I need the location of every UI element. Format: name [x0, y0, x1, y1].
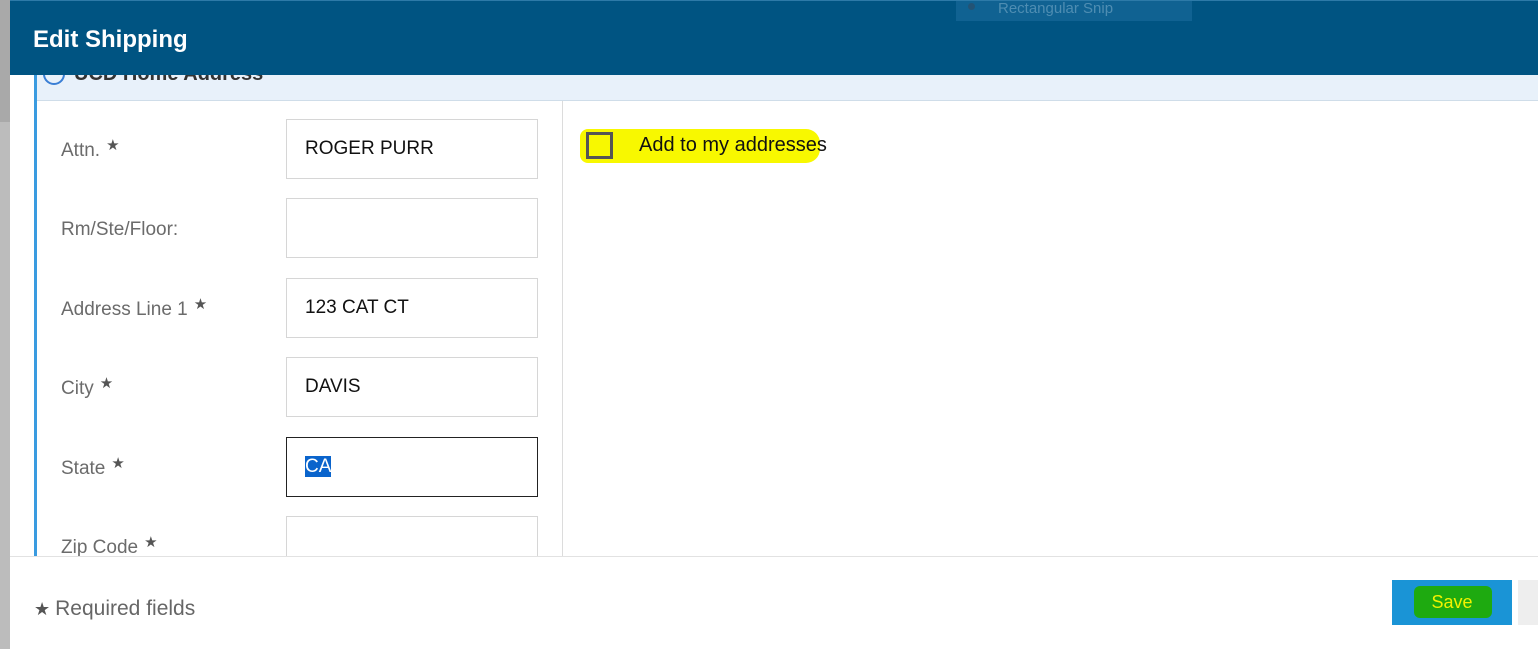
attn-input[interactable] [286, 119, 538, 179]
dialog-body[interactable]: UCD Home Address Attn. ★ Rm/Ste/Floor: Ad… [34, 75, 1538, 556]
attn-label-text: Attn. [61, 140, 101, 161]
address-options: Add to my addresses [564, 101, 1538, 556]
state-input[interactable]: CA [286, 437, 538, 497]
required-star-icon: ★ [106, 137, 120, 154]
field-row-city: City ★ [37, 357, 563, 417]
address1-input[interactable] [286, 278, 538, 338]
backdrop-band [0, 122, 10, 649]
field-row-address1: Address Line 1 ★ [37, 278, 563, 338]
city-input[interactable] [286, 357, 538, 417]
field-row-room: Rm/Ste/Floor: [37, 198, 563, 258]
add-to-addresses-label[interactable]: Add to my addresses [639, 134, 827, 157]
zip-label-text: Zip Code [61, 537, 139, 556]
required-fields-text: Required fields [55, 597, 196, 620]
state-label-text: State [61, 458, 106, 479]
section-title: UCD Home Address [74, 75, 263, 86]
state-input-selected-text: CA [305, 456, 332, 477]
attn-label: Attn. ★ [61, 137, 120, 162]
edit-shipping-dialog: Edit Shipping Rectangular Snip UCD Home … [10, 0, 1538, 649]
required-star-icon: ★ [144, 534, 158, 551]
required-star-icon: ★ [111, 455, 125, 472]
city-label-text: City [61, 378, 94, 399]
required-star-icon: ★ [193, 296, 208, 313]
snip-dot-icon [968, 3, 975, 10]
snip-tool-overlay: Rectangular Snip [956, 1, 1192, 21]
address-form: Attn. ★ Rm/Ste/Floor: Address Line 1 ★ Cit… [37, 101, 563, 556]
address1-label: Address Line 1 ★ [61, 296, 207, 321]
page-backdrop [0, 0, 10, 649]
dialog-title: Edit Shipping [33, 26, 188, 53]
required-star-icon: ★ [99, 375, 114, 392]
zip-label: Zip Code ★ [61, 534, 158, 556]
field-row-state: State ★ CA [37, 437, 563, 497]
dialog-header: Edit Shipping Rectangular Snip [10, 0, 1538, 75]
city-label: City ★ [61, 375, 113, 400]
snip-label: Rectangular Snip [998, 0, 1114, 17]
zip-input[interactable] [286, 516, 538, 556]
section-header: UCD Home Address [37, 75, 1538, 101]
field-row-zip: Zip Code ★ [37, 516, 563, 556]
save-button-label: Save [1431, 592, 1473, 612]
dialog-footer: ★ Required fields Save [10, 556, 1538, 649]
field-row-attn: Attn. ★ [37, 119, 563, 179]
section-circle-icon [43, 75, 65, 85]
adjacent-button[interactable] [1518, 580, 1538, 625]
address1-label-text: Address Line 1 [61, 299, 188, 320]
room-input[interactable] [286, 198, 538, 258]
required-star-icon: ★ [34, 599, 51, 619]
required-fields-note: ★ Required fields [34, 597, 195, 621]
room-label: Rm/Ste/Floor: [61, 219, 178, 241]
add-to-addresses-checkbox[interactable] [586, 132, 613, 159]
room-label-text: Rm/Ste/Floor: [61, 219, 179, 240]
save-button[interactable]: Save [1392, 580, 1512, 625]
state-label: State ★ [61, 455, 125, 480]
